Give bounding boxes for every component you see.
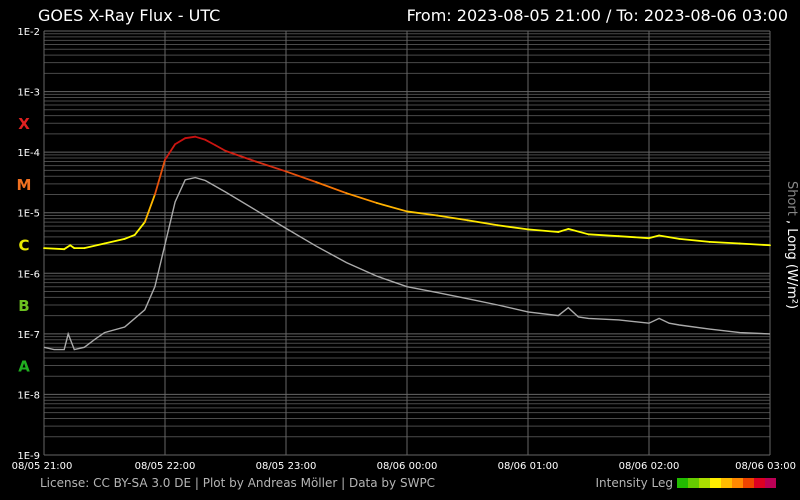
- series-long-segment: [63, 244, 72, 251]
- series-long-segment: [174, 137, 187, 146]
- series-long-segment: [738, 242, 771, 247]
- legend-swatch: [765, 478, 776, 488]
- x-tick-label: 08/05 22:00: [135, 461, 196, 472]
- series-long-segment: [375, 202, 408, 213]
- time-range: From: 2023-08-05 21:00 / To: 2023-08-06 …: [406, 6, 788, 25]
- credits-text: License: CC BY-SA 3.0 DE | Plot by Andre…: [40, 476, 436, 490]
- x-tick-label: 08/05 23:00: [256, 461, 317, 472]
- legend-swatch: [677, 478, 688, 488]
- x-tick-labels: 08/05 21:00 08/05 22:00 08/05 23:00 08/06 0…: [12, 461, 796, 472]
- x-tick-label: 08/06 03:00: [735, 461, 796, 472]
- y-tick-label: 1E-4: [17, 148, 40, 159]
- x-tick-label: 08/05 21:00: [12, 461, 73, 472]
- series-long-segment: [708, 240, 741, 245]
- series-long-segment: [214, 144, 227, 152]
- x-tick-label: 08/06 00:00: [377, 461, 438, 472]
- legend-swatch: [754, 478, 765, 488]
- flare-class-b: B: [18, 297, 29, 315]
- series-long-segment: [43, 247, 66, 251]
- xray-flux-chart: 1E-21E-31E-41E-51E-61E-71E-81E-9 08/05 2…: [12, 27, 799, 472]
- y-tick-label: 1E-5: [17, 209, 40, 220]
- legend-swatch: [743, 478, 754, 488]
- flare-class-x: X: [18, 115, 30, 133]
- intensity-legend-label: Intensity Leg: [595, 476, 673, 490]
- y-tick-label: 1E-7: [17, 330, 40, 341]
- chart-title: GOES X-Ray Flux - UTC: [38, 6, 221, 25]
- series-long-segment: [154, 158, 166, 196]
- y-tick-label: 1E-6: [17, 269, 40, 280]
- series-long-segment: [678, 237, 711, 243]
- y-tick-label: 1E-8: [17, 390, 40, 401]
- legend-swatch: [721, 478, 732, 488]
- series-long-segment: [103, 237, 126, 245]
- legend-swatch: [699, 478, 710, 488]
- flare-class-c: C: [18, 236, 29, 254]
- series-long-segment: [406, 210, 439, 217]
- legend-swatch: [688, 478, 699, 488]
- legend-swatch: [710, 478, 721, 488]
- flare-class-m: M: [17, 176, 32, 194]
- series-long-segment: [143, 193, 156, 223]
- grid-lines: [43, 30, 771, 456]
- x-tick-label: 08/06 01:00: [498, 461, 559, 472]
- x-tick-label: 08/06 02:00: [619, 461, 680, 472]
- series-long-segment: [466, 219, 499, 227]
- intensity-legend: Intensity Leg: [595, 476, 776, 490]
- series-long-segment: [285, 170, 318, 184]
- series-long-segment: [587, 233, 620, 238]
- series-long-segment: [567, 228, 590, 236]
- y-axis-label-long: Long (W/m²): [784, 228, 799, 309]
- flare-class-a: A: [18, 358, 30, 376]
- series-long-segment: [194, 135, 207, 141]
- y-axis-label-short: Short: [784, 181, 799, 216]
- intensity-legend-bar: [677, 478, 776, 488]
- y-axis-label: Short , Long (W/m²): [784, 181, 799, 309]
- series-long-segment: [184, 135, 197, 140]
- y-tick-label: 1E-2: [17, 27, 40, 38]
- series-long-segment: [648, 234, 660, 240]
- y-tick-label: 1E-3: [17, 88, 40, 99]
- series-long-segment: [436, 214, 469, 222]
- legend-swatch: [732, 478, 743, 488]
- series-long-segment: [204, 138, 217, 147]
- series-long-segment: [133, 221, 146, 236]
